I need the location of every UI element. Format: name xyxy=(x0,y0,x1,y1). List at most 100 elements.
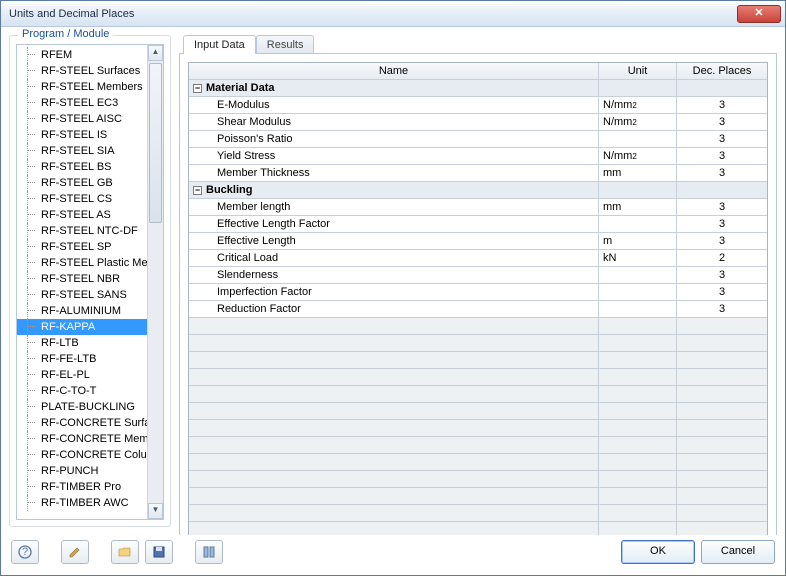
grid-data-row[interactable]: Member lengthmm3 xyxy=(189,199,767,216)
header-unit[interactable]: Unit xyxy=(599,63,677,79)
grid-data-row[interactable]: Shear ModulusN/mm23 xyxy=(189,114,767,131)
tree-item[interactable]: RF-STEEL Members xyxy=(17,79,147,95)
tree-item[interactable]: RF-C-TO-T xyxy=(17,383,147,399)
collapse-icon[interactable]: − xyxy=(193,186,202,195)
tree-item[interactable]: RF-CONCRETE Surfac xyxy=(17,415,147,431)
cell-unit[interactable] xyxy=(599,284,677,300)
cell-unit[interactable] xyxy=(599,301,677,317)
tab[interactable]: Input Data xyxy=(183,35,256,54)
tree-item[interactable]: RF-CONCRETE Colum xyxy=(17,447,147,463)
cell-dec-places[interactable]: 2 xyxy=(677,250,767,266)
tree-item[interactable]: RF-TIMBER AWC xyxy=(17,495,147,511)
tree-item[interactable]: RF-STEEL AS xyxy=(17,207,147,223)
grid-empty-row xyxy=(189,437,767,454)
tree-item[interactable]: RF-STEEL NTC-DF xyxy=(17,223,147,239)
program-module-group: Program / Module RFEMRF-STEEL SurfacesRF… xyxy=(9,35,171,527)
grid-empty-row xyxy=(189,335,767,352)
open-icon[interactable] xyxy=(111,540,139,564)
section-label: Buckling xyxy=(206,184,252,196)
grid-data-row[interactable]: E-ModulusN/mm23 xyxy=(189,97,767,114)
cell-unit[interactable]: N/mm2 xyxy=(599,97,677,113)
cell-unit[interactable] xyxy=(599,267,677,283)
tree-item[interactable]: RF-STEEL AISC xyxy=(17,111,147,127)
save-icon[interactable] xyxy=(145,540,173,564)
grid-data-row[interactable]: Poisson's Ratio 3 xyxy=(189,131,767,148)
tree-item[interactable]: RF-STEEL SP xyxy=(17,239,147,255)
cell-unit[interactable]: mm xyxy=(599,165,677,181)
cell-name: Reduction Factor xyxy=(189,301,599,317)
cell-name: Poisson's Ratio xyxy=(189,131,599,147)
scroll-down-button[interactable]: ▼ xyxy=(148,503,163,519)
tree-item[interactable]: RF-STEEL Plastic Mem xyxy=(17,255,147,271)
grid-data-row[interactable]: Member Thicknessmm3 xyxy=(189,165,767,182)
tree-item[interactable]: RF-STEEL CS xyxy=(17,191,147,207)
tree-item[interactable]: RF-ALUMINIUM xyxy=(17,303,147,319)
cell-dec-places[interactable]: 3 xyxy=(677,114,767,130)
cell-dec-places[interactable]: 3 xyxy=(677,199,767,215)
cell-dec-places[interactable]: 3 xyxy=(677,301,767,317)
module-tree[interactable]: RFEMRF-STEEL SurfacesRF-STEEL MembersRF-… xyxy=(17,45,147,519)
grid-empty-row xyxy=(189,505,767,522)
edit-icon[interactable] xyxy=(61,540,89,564)
cell-unit[interactable]: N/mm2 xyxy=(599,114,677,130)
grid-data-row[interactable]: Critical LoadkN2 xyxy=(189,250,767,267)
tree-item[interactable]: RF-STEEL IS xyxy=(17,127,147,143)
cell-name: Imperfection Factor xyxy=(189,284,599,300)
close-button[interactable]: ✕ xyxy=(737,5,781,23)
grid-empty-row xyxy=(189,403,767,420)
tree-item[interactable]: RF-CONCRETE Membe xyxy=(17,431,147,447)
scroll-up-button[interactable]: ▲ xyxy=(148,45,163,61)
grid-data-row[interactable]: Yield StressN/mm23 xyxy=(189,148,767,165)
tree-item[interactable]: RF-TIMBER Pro xyxy=(17,479,147,495)
tree-item[interactable]: RF-STEEL GB xyxy=(17,175,147,191)
dialog-window: Units and Decimal Places ✕ Program / Mod… xyxy=(0,0,786,576)
cancel-button[interactable]: Cancel xyxy=(701,540,775,564)
cell-unit[interactable]: kN xyxy=(599,250,677,266)
tree-item[interactable]: RF-LTB xyxy=(17,335,147,351)
cell-dec-places[interactable]: 3 xyxy=(677,131,767,147)
cell-dec-places[interactable]: 3 xyxy=(677,165,767,181)
tree-item[interactable]: RF-EL-PL xyxy=(17,367,147,383)
grid-data-row[interactable]: Effective Length Factor 3 xyxy=(189,216,767,233)
cell-unit[interactable]: N/mm2 xyxy=(599,148,677,164)
tree-item[interactable]: RF-STEEL BS xyxy=(17,159,147,175)
grid-data-row[interactable]: Reduction Factor 3 xyxy=(189,301,767,318)
cell-unit[interactable] xyxy=(599,131,677,147)
tab[interactable]: Results xyxy=(256,35,315,54)
help-icon[interactable]: ? xyxy=(11,540,39,564)
cell-dec-places[interactable]: 3 xyxy=(677,284,767,300)
tree-item[interactable]: RF-STEEL SIA xyxy=(17,143,147,159)
cell-dec-places[interactable]: 3 xyxy=(677,216,767,232)
tree-item[interactable]: RF-KAPPA xyxy=(17,319,147,335)
tree-item[interactable]: RF-FE-LTB xyxy=(17,351,147,367)
tree-item[interactable]: RF-STEEL EC3 xyxy=(17,95,147,111)
grid-section-row[interactable]: −Buckling xyxy=(189,182,767,199)
scroll-thumb[interactable] xyxy=(149,63,162,223)
ok-button[interactable]: OK xyxy=(621,540,695,564)
grid-data-row[interactable]: Imperfection Factor 3 xyxy=(189,284,767,301)
titlebar[interactable]: Units and Decimal Places ✕ xyxy=(1,1,785,27)
cell-unit[interactable]: mm xyxy=(599,199,677,215)
cell-unit[interactable] xyxy=(599,216,677,232)
vertical-scrollbar[interactable]: ▲ ▼ xyxy=(147,45,163,519)
tree-item[interactable]: RF-STEEL SANS xyxy=(17,287,147,303)
cell-dec-places[interactable]: 3 xyxy=(677,148,767,164)
tree-item[interactable]: RF-STEEL NBR xyxy=(17,271,147,287)
tree-item[interactable]: RF-STEEL Surfaces xyxy=(17,63,147,79)
grid-empty-row xyxy=(189,488,767,505)
tree-item[interactable]: RFEM xyxy=(17,47,147,63)
grid-data-row[interactable]: Effective Lengthm3 xyxy=(189,233,767,250)
tree-item[interactable]: PLATE-BUCKLING xyxy=(17,399,147,415)
tree-item[interactable]: RF-PUNCH xyxy=(17,463,147,479)
defaults-icon[interactable] xyxy=(195,540,223,564)
cell-dec-places[interactable]: 3 xyxy=(677,233,767,249)
cell-name: Effective Length Factor xyxy=(189,216,599,232)
cell-unit[interactable]: m xyxy=(599,233,677,249)
collapse-icon[interactable]: − xyxy=(193,84,202,93)
grid-section-row[interactable]: −Material Data xyxy=(189,80,767,97)
cell-dec-places[interactable]: 3 xyxy=(677,97,767,113)
grid-data-row[interactable]: Slenderness3 xyxy=(189,267,767,284)
header-dec-places[interactable]: Dec. Places xyxy=(677,63,767,79)
cell-dec-places[interactable]: 3 xyxy=(677,267,767,283)
header-name[interactable]: Name xyxy=(189,63,599,79)
